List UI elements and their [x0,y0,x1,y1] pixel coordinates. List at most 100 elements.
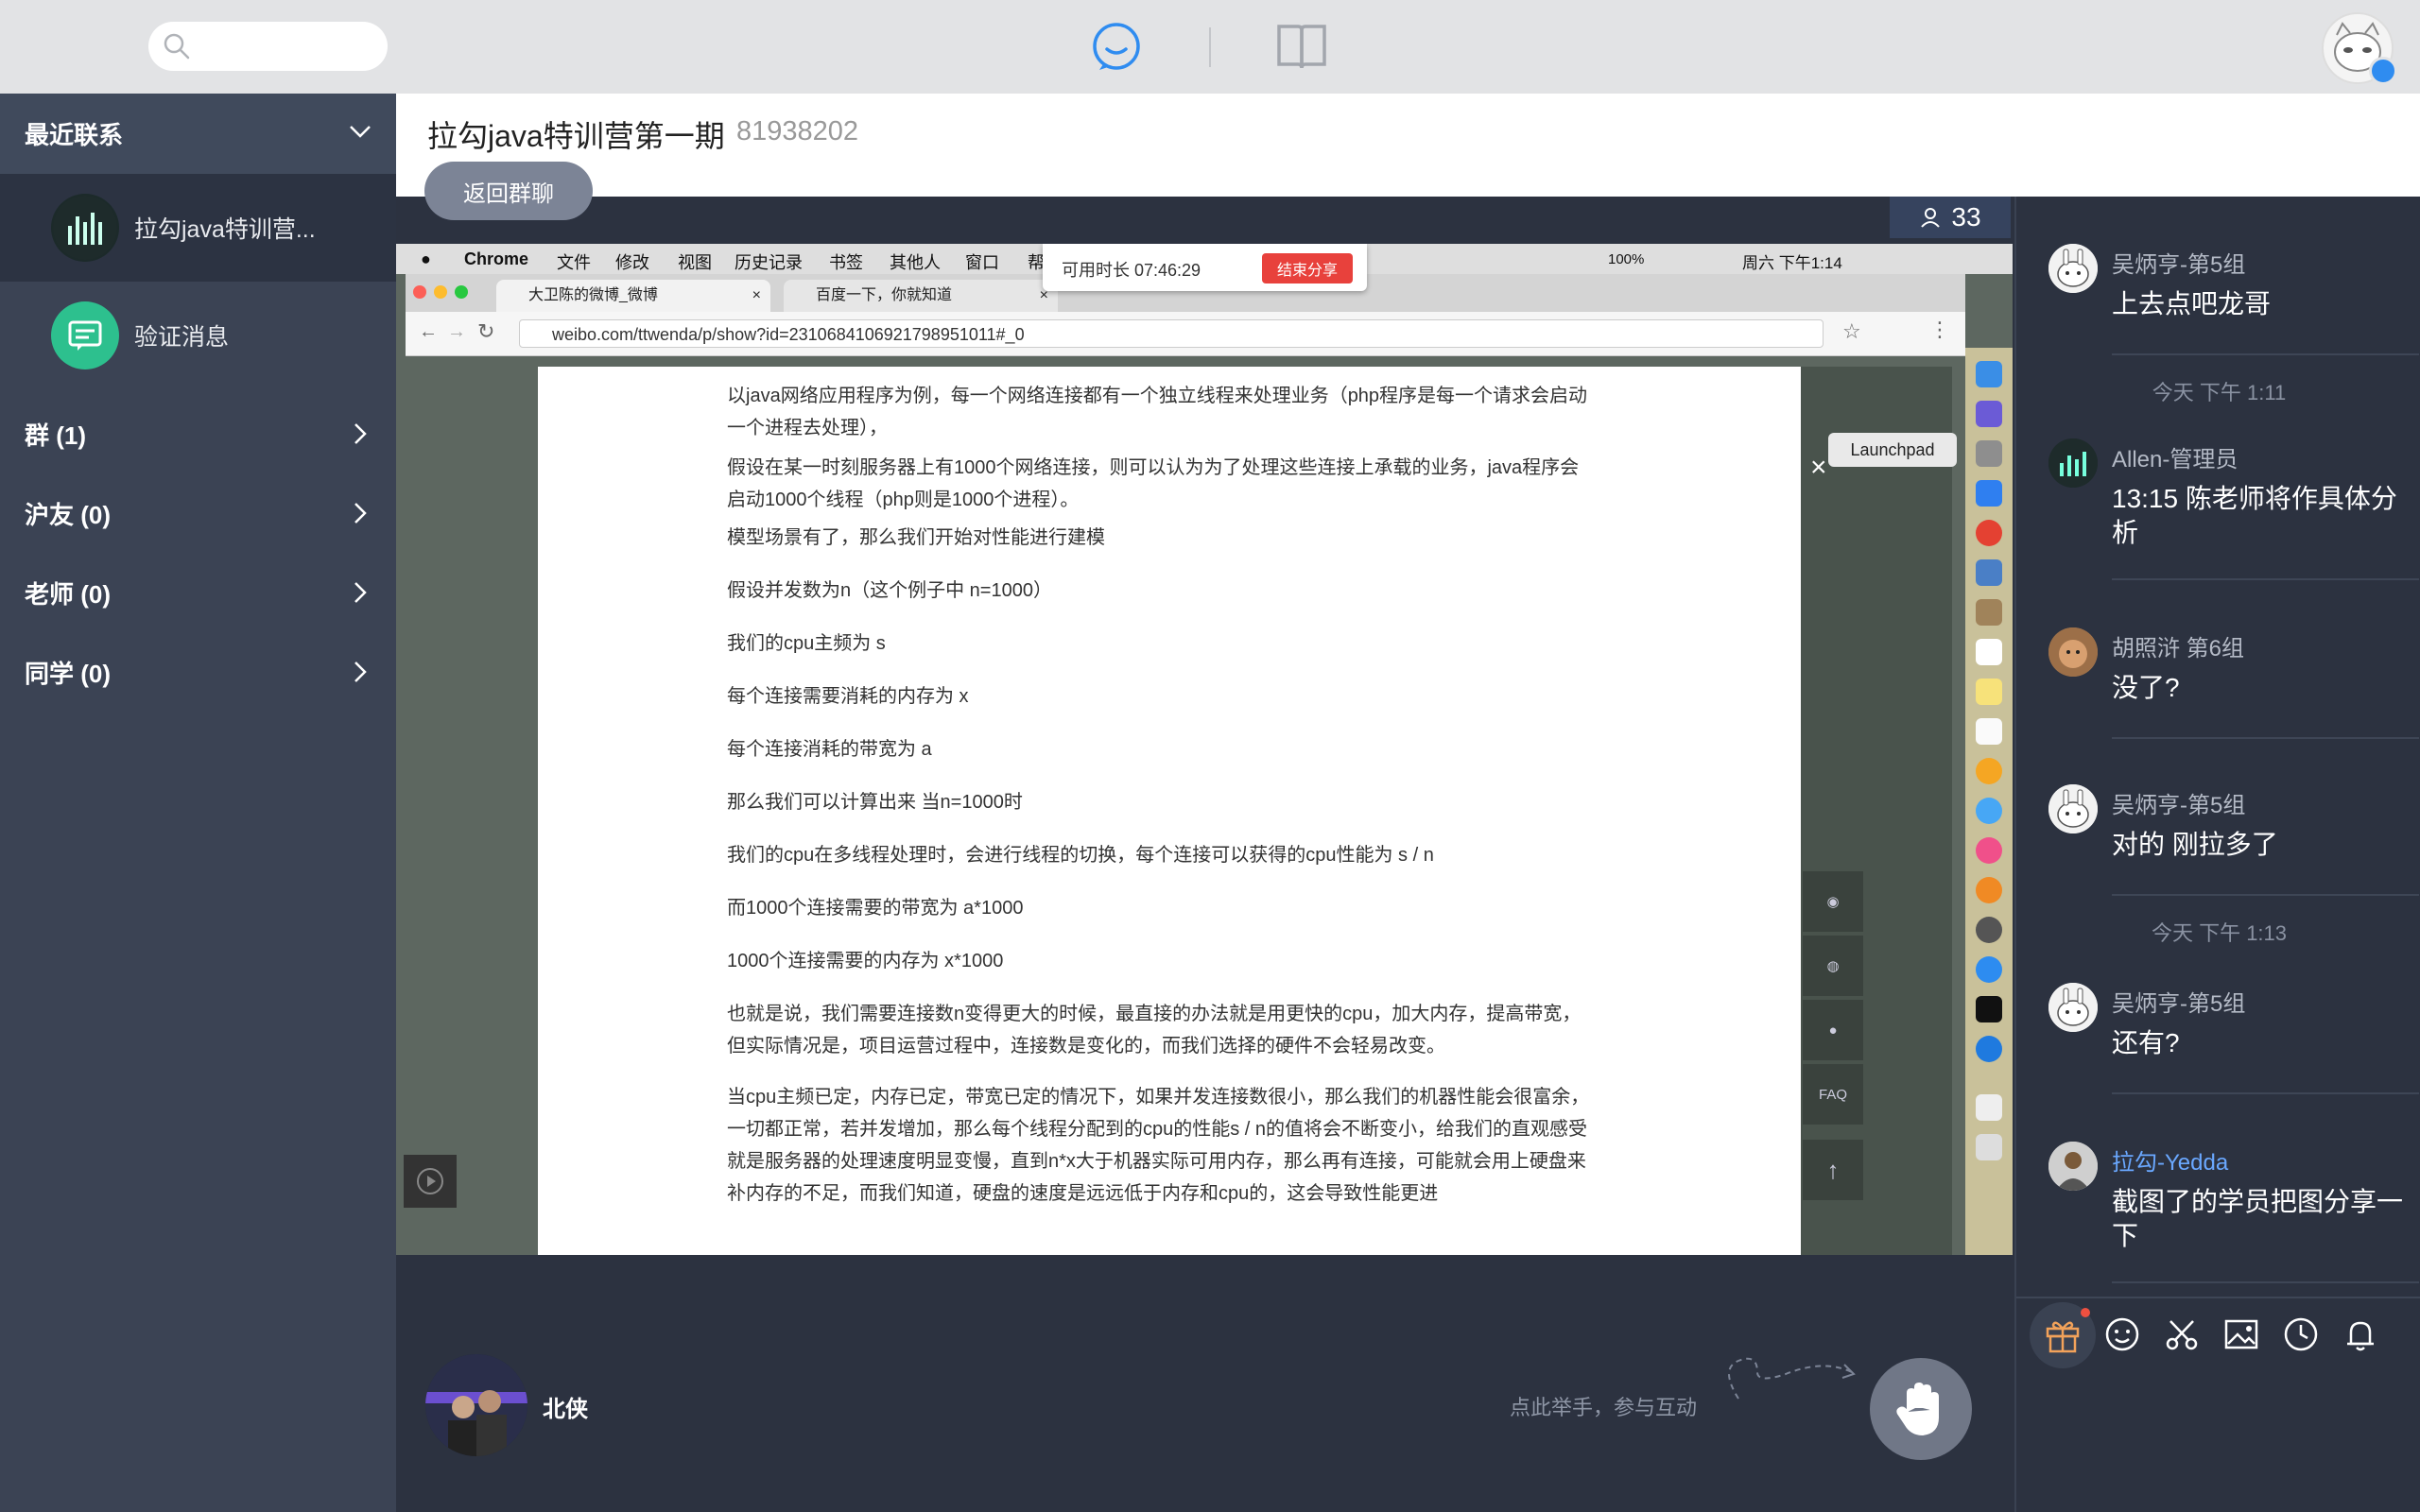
article-paragraph: 我们的cpu主频为 s [727,633,886,654]
browser-tab[interactable]: 百度一下，你就知道 × [784,280,1058,312]
group-title: 拉勾java特训营第一期 [427,119,725,153]
finder-icon[interactable] [1976,361,2002,387]
menubar-item: 历史记录 [735,253,803,272]
contacts-icon[interactable] [1976,599,2002,626]
browser-tab[interactable]: 大卫陈的微博_微博 × [496,280,770,312]
reminders-icon[interactable] [1976,718,2002,745]
message-sender: 吴炳亨-第5组 [2112,991,2246,1017]
browser-menu-icon[interactable]: ⋮ [1929,318,1950,342]
bookmark-star-icon[interactable]: ☆ [1842,319,1861,344]
message-divider [2112,1092,2419,1094]
chat-bubble-icon[interactable] [1090,21,1143,74]
scissors-icon[interactable] [2161,1314,2203,1355]
photos-icon[interactable] [1976,758,2002,784]
safari-icon[interactable] [1976,480,2002,507]
group-id: 81938202 [736,116,859,146]
weibo-share-icon[interactable]: ◉ [1803,871,1863,932]
menubar-item: 视图 [678,253,712,272]
chat-panel: 吴炳亨-第5组 上去点吧龙哥 今天 下午 1:11 Allen-管理员 13:1… [2014,197,2420,1512]
tab-divider [1209,27,1211,67]
play-icon[interactable] [404,1155,457,1208]
message-text: 还有? [2112,1028,2180,1057]
contact-item-verification[interactable]: 验证消息 [0,282,396,389]
tab-close-icon[interactable]: × [752,280,761,312]
article-paragraph: 假设在某一时刻服务器上有1000个网络连接，则可以认为为了处理这些连接上承载的业… [727,457,1580,510]
siri-icon[interactable] [1976,401,2002,427]
equalizer-icon [53,196,117,260]
emoji-icon[interactable] [2101,1314,2143,1355]
group-avatar [51,194,119,262]
search-input[interactable] [148,22,388,71]
mail-icon[interactable] [1976,559,2002,586]
dashed-arrow-icon [1728,1357,1856,1400]
books-icon[interactable] [1976,877,2002,903]
reload-icon[interactable]: ↻ [477,319,494,344]
message-sender: 拉勾-Yedda [2112,1150,2229,1176]
notes-icon[interactable] [1976,679,2002,705]
message-timestamp: 今天 下午 1:11 [2152,381,2287,404]
app-icon[interactable] [1976,1036,2002,1062]
section-label: 群 (1) [25,421,87,450]
menubar-item: 书签 [829,253,863,272]
app-store-icon[interactable] [1976,956,2002,983]
viewer-count-badge: 33 [1890,197,2011,238]
close-icon[interactable]: × [1810,452,1827,484]
raise-hand-button[interactable] [1870,1358,1972,1460]
message-sender: 吴炳亨-第5组 [2112,793,2246,818]
launchpad-tooltip: Launchpad [1828,433,1957,467]
gift-icon[interactable] [2042,1314,2083,1355]
section-classmates[interactable]: 同学 (0) [0,634,396,710]
presenter-avatar [425,1354,527,1456]
apple-icon: ● [421,249,431,268]
raise-hand-hint: 点此举手，参与互动 [1510,1396,1698,1419]
url-field[interactable]: weibo.com/ttwenda/p/show?id=231068410692… [519,319,1824,348]
back-arrow-icon[interactable]: ← [419,321,438,343]
calendar-icon[interactable] [1976,639,2002,665]
battery-label: 100% [1608,251,1645,267]
preferences-icon[interactable] [1976,917,2002,943]
admin-avatar-icon [2048,1142,2098,1191]
launchpad-icon[interactable] [1976,440,2002,467]
section-friends[interactable]: 沪友 (0) [0,475,396,551]
share-timer: 可用时长 07:46:29 [1062,261,1201,280]
menubar-item: 修改 [615,253,649,272]
window-minimize-dot [434,285,447,299]
chrome-icon[interactable] [1976,520,2002,546]
article-paragraph: 也就是说，我们需要连接数n变得更大的时候，最直接的办法就是用更快的cpu，加大内… [727,1004,1582,1057]
messages-icon[interactable] [1976,798,2002,824]
window-zoom-dot [455,285,468,299]
message-icon [51,301,119,369]
scroll-top-arrow-icon[interactable]: ↑ [1803,1140,1863,1200]
section-label: 老师 (0) [25,579,112,609]
trash-icon[interactable] [1976,1134,2002,1160]
book-icon[interactable] [1275,21,1328,72]
message-sender: Allen-管理员 [2112,447,2238,472]
article-paragraph: 那么我们可以计算出来 当n=1000时 [727,792,1023,813]
clock-icon[interactable] [2280,1314,2322,1355]
back-to-group-button[interactable]: 返回群聊 [424,162,593,220]
faq-button[interactable]: FAQ [1803,1064,1863,1125]
message-text: 截图了的学员把图分享一下 [2112,1187,2404,1250]
image-icon[interactable] [2221,1314,2262,1355]
terminal-icon[interactable] [1976,996,2002,1022]
qq-share-icon[interactable]: ● [1803,1000,1863,1060]
section-teachers[interactable]: 老师 (0) [0,555,396,630]
end-share-button[interactable]: 结束分享 [1262,253,1353,284]
top-bar [0,0,2420,94]
forward-arrow-icon[interactable]: → [447,321,466,343]
section-label: 沪友 (0) [25,500,112,529]
presenter-name: 北侠 [543,1397,588,1422]
contact-name: 拉勾java特训营... [134,216,316,243]
bell-icon[interactable] [2340,1314,2381,1355]
wechat-share-icon[interactable]: ◍ [1803,936,1863,996]
document-icon[interactable] [1976,1094,2002,1121]
recent-contacts-header[interactable]: 最近联系 [0,94,396,174]
message-divider [2112,894,2419,896]
contact-item-group[interactable]: 拉勾java特训营... [0,174,396,282]
menubar-app: Chrome [464,249,529,268]
music-icon[interactable] [1976,837,2002,864]
section-groups[interactable]: 群 (1) [0,396,396,472]
sidebar: 最近联系 拉勾java特训营... 验证消息 群 (1) 沪友 (0) 老师 (… [0,94,396,1512]
rabbit-avatar-icon [2048,784,2098,833]
mac-dock [1965,348,2013,1255]
